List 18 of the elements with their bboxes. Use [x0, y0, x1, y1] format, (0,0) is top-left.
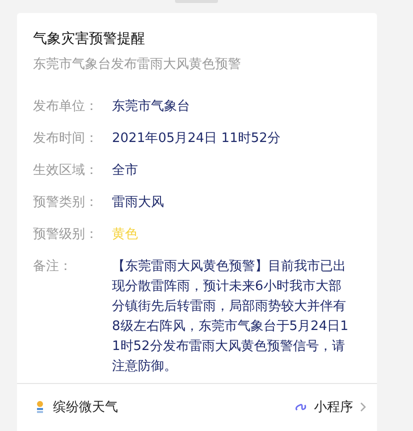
card-title: 气象灾害预警提醒: [33, 30, 146, 49]
field-label: 发布单位：: [33, 98, 99, 116]
field-value: 全市: [112, 162, 139, 180]
chevron-right-icon: [359, 401, 367, 413]
card-subtitle: 东莞市气象台发布雷雨大风黄色预警: [33, 56, 242, 74]
field-label: 预警级别：: [33, 226, 99, 244]
field-value: 【东莞雷雨大风黄色预警】目前我市已出现分散雷阵雨，预计未来6小时我市大部分镇街先后转雷雨，局部雨势较大并伴有8级左右阵风，东莞市气象台于5月24日11时52分发布雷雨大风黄色预警信号，请注意防御。: [112, 258, 350, 376]
app-logo-icon: [35, 400, 45, 414]
field-value: 2021年05月24日 11时52分: [112, 130, 282, 148]
field-value: 东莞市气象台: [112, 98, 191, 116]
field-value: 雷雨大风: [112, 194, 165, 212]
field-value: 黄色: [112, 226, 139, 244]
field-label: 生效区域：: [33, 162, 99, 180]
source-name: 缤纷微天气: [53, 399, 118, 416]
field-label: 预警类别：: [33, 194, 99, 212]
field-label: 发布时间：: [33, 130, 99, 148]
mini-program-link[interactable]: 小程序: [294, 398, 367, 416]
field-label: 备注：: [33, 258, 73, 276]
